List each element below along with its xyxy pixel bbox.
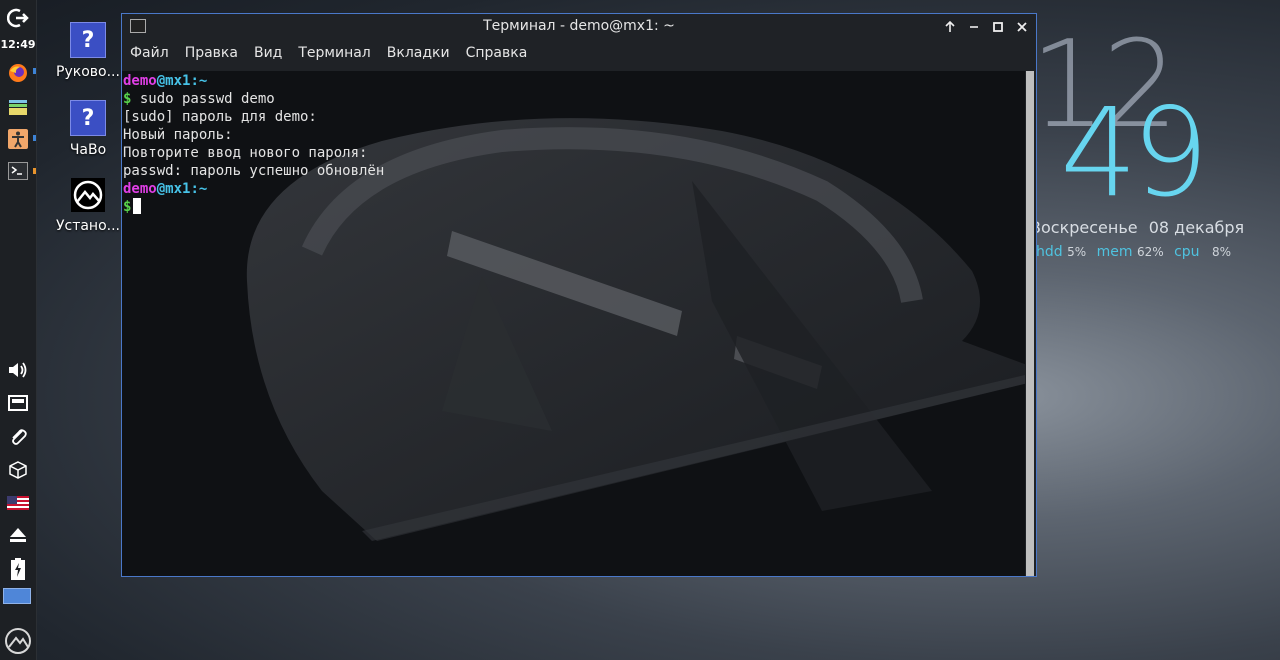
menu-view[interactable]: Вид bbox=[246, 42, 290, 68]
stat-label: mem bbox=[1096, 244, 1133, 260]
prompt-path: ~ bbox=[198, 181, 208, 197]
panel-clock[interactable]: 12:49 bbox=[0, 38, 36, 51]
conky-weekday: Воскресенье bbox=[1030, 218, 1138, 237]
volume-icon[interactable] bbox=[5, 357, 31, 383]
title-bar[interactable]: Терминал - demo@mx1: ~ bbox=[122, 14, 1036, 40]
desktop-icon-faq[interactable]: ? ЧаВо bbox=[53, 100, 123, 158]
conky-date: Воскресенье 08 декабря bbox=[1030, 218, 1250, 237]
desktop-icon-label: Руково... bbox=[56, 64, 120, 80]
output-line: Повторите ввод нового пароля: bbox=[123, 145, 368, 161]
maximize-icon[interactable] bbox=[988, 17, 1008, 37]
conky-clock-minute: 49 bbox=[1060, 82, 1209, 224]
prompt-line: demo@mx1:~ bbox=[123, 73, 208, 89]
menu-tabs[interactable]: Вкладки bbox=[379, 42, 458, 68]
package-updater-icon[interactable] bbox=[5, 457, 31, 483]
conky-stats: hdd 5% mem 62% cpu 8% bbox=[1036, 244, 1237, 260]
prompt-user: demo bbox=[123, 73, 157, 89]
command-line: $ sudo passwd demo bbox=[123, 91, 275, 107]
stat-label: hdd bbox=[1036, 244, 1063, 260]
help-icon: ? bbox=[70, 22, 106, 58]
mx-installer-icon bbox=[71, 178, 105, 212]
prompt-line: demo@mx1:~ bbox=[123, 181, 208, 197]
menu-file[interactable]: Файл bbox=[122, 42, 177, 68]
menu-bar: Файл Правка Вид Терминал Вкладки Справка bbox=[122, 42, 1036, 68]
output-line: [sudo] пароль для demo: bbox=[123, 109, 317, 125]
help-icon: ? bbox=[70, 100, 106, 136]
desktop-icon-label: ЧаВо bbox=[69, 142, 107, 158]
mx-menu-icon[interactable] bbox=[5, 628, 31, 654]
accessibility-icon[interactable] bbox=[5, 126, 31, 152]
clipboard-icon[interactable] bbox=[5, 424, 31, 450]
running-indicator bbox=[33, 68, 36, 74]
firefox-icon[interactable] bbox=[5, 60, 31, 86]
minimize-icon[interactable] bbox=[964, 17, 984, 37]
running-indicator bbox=[33, 168, 36, 174]
terminal-output: demo@mx1:~ $ sudo passwd demo [sudo] парол… bbox=[123, 72, 384, 216]
scrollbar[interactable] bbox=[1026, 71, 1034, 576]
terminal-icon[interactable] bbox=[5, 158, 31, 184]
logout-icon[interactable] bbox=[5, 5, 31, 31]
network-icon[interactable] bbox=[5, 390, 31, 416]
text-cursor bbox=[133, 198, 142, 214]
command-text: sudo passwd demo bbox=[139, 91, 275, 107]
prompt-user: demo bbox=[123, 181, 157, 197]
workspace-pager[interactable] bbox=[3, 588, 31, 604]
stat-value: 5% bbox=[1067, 245, 1087, 259]
prompt-host: mx1 bbox=[165, 73, 191, 89]
menu-help[interactable]: Справка bbox=[458, 42, 536, 68]
window-title: Терминал - demo@mx1: ~ bbox=[483, 18, 675, 34]
terminal-window[interactable]: Терминал - demo@mx1: ~ Файл Правка Вид Т… bbox=[121, 13, 1037, 577]
keyboard-layout-flag-icon[interactable] bbox=[5, 490, 31, 516]
prompt-path: ~ bbox=[198, 73, 208, 89]
menu-terminal[interactable]: Терминал bbox=[290, 42, 378, 68]
shade-up-icon[interactable] bbox=[940, 17, 960, 37]
left-panel: 12:49 bbox=[0, 0, 37, 660]
eject-icon[interactable] bbox=[5, 522, 31, 548]
prompt-host: mx1 bbox=[165, 181, 191, 197]
file-manager-icon[interactable] bbox=[5, 94, 31, 120]
battery-icon[interactable] bbox=[5, 556, 31, 582]
close-icon[interactable] bbox=[1012, 17, 1032, 37]
stat-value: 62% bbox=[1136, 245, 1164, 259]
terminal-screen[interactable]: demo@mx1:~ $ sudo passwd demo [sudo] парол… bbox=[122, 71, 1025, 576]
running-indicator bbox=[33, 135, 36, 141]
menu-edit[interactable]: Правка bbox=[177, 42, 246, 68]
output-line: passwd: пароль успешно обновлён bbox=[123, 163, 385, 179]
desktop-icon-manual[interactable]: ? Руково... bbox=[53, 22, 123, 80]
stat-value: 8% bbox=[1212, 245, 1232, 259]
desktop-icon-installer[interactable]: Устано... bbox=[53, 178, 123, 234]
desktop-icon-label: Устано... bbox=[55, 218, 121, 234]
output-line: Новый пароль: bbox=[123, 127, 233, 143]
stat-label: cpu bbox=[1174, 244, 1200, 260]
command-line[interactable]: $ bbox=[123, 198, 384, 216]
conky-day-month: 08 декабря bbox=[1148, 218, 1245, 237]
